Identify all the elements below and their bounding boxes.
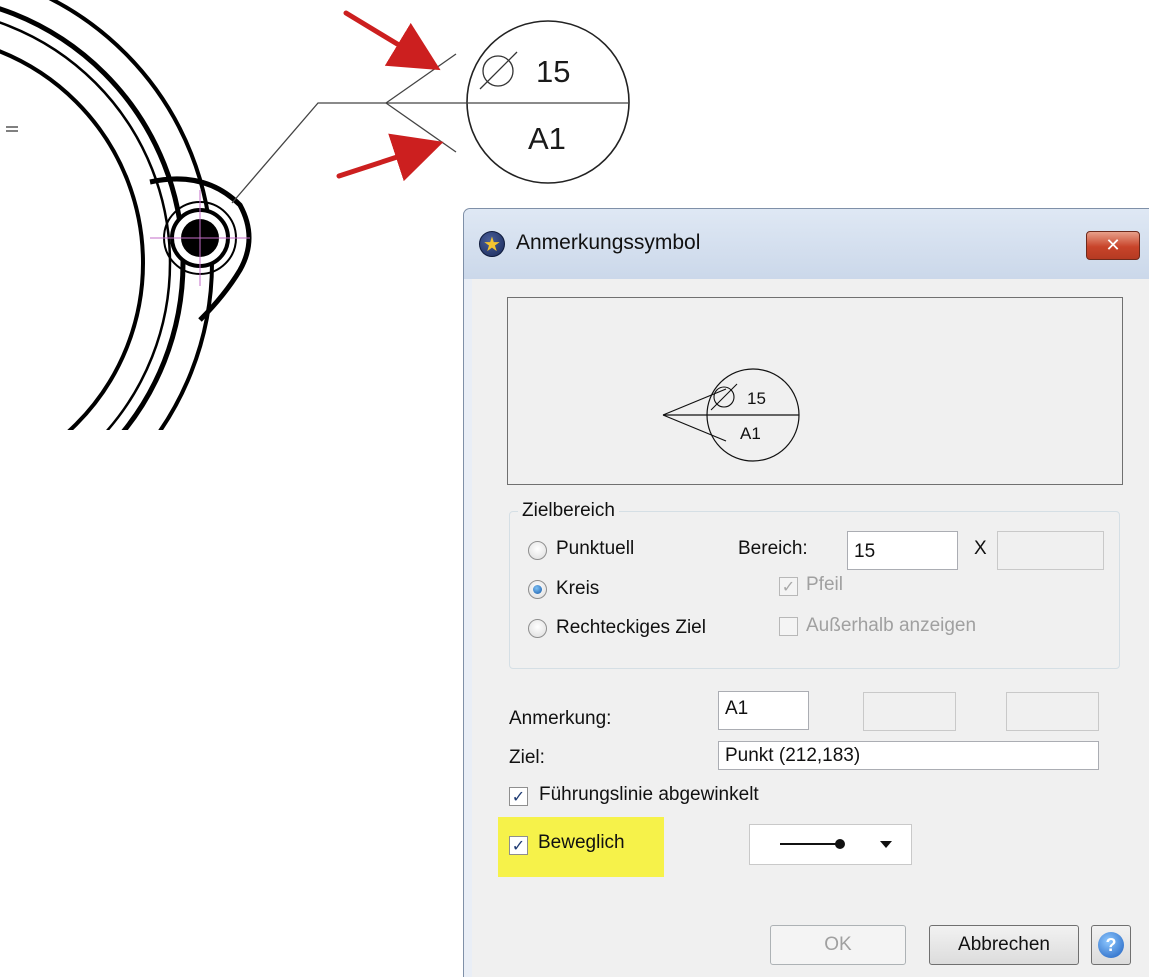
- red-arrow-icon: [343, 10, 441, 71]
- leader-style-select[interactable]: [749, 824, 912, 865]
- note-extra-input-1[interactable]: [863, 692, 956, 731]
- radio-rechteckiges-ziel-label[interactable]: Rechteckiges Ziel: [556, 617, 706, 639]
- target-area-label: Zielbereich: [518, 500, 619, 522]
- show-outside-checkbox-label[interactable]: Außerhalb anzeigen: [806, 615, 976, 637]
- angled-leader-label[interactable]: Führungslinie abgewinkelt: [539, 784, 759, 806]
- range-separator: X: [974, 538, 987, 559]
- show-outside-checkbox[interactable]: [779, 617, 798, 636]
- app-star-icon: ★: [479, 231, 505, 257]
- note-input[interactable]: A1: [718, 691, 809, 730]
- radio-punktuell-label[interactable]: Punktuell: [556, 538, 634, 560]
- symbol-preview: 15 A1: [507, 297, 1123, 485]
- bolt-hole: [6, 126, 250, 286]
- arrow-checkbox-label[interactable]: Pfeil: [806, 574, 843, 596]
- radio-kreis-label[interactable]: Kreis: [556, 578, 599, 600]
- drawing-size-value: 15: [536, 54, 570, 89]
- dialog-titlebar[interactable]: ★ Anmerkungssymbol ✕: [464, 209, 1149, 279]
- radio-punktuell[interactable]: [528, 541, 547, 560]
- range-input[interactable]: 15: [847, 531, 958, 570]
- target-input[interactable]: Punkt (212,183): [718, 741, 1099, 770]
- annotation-symbol-dialog: ★ Anmerkungssymbol ✕ 15 A1 Zielbereich P…: [463, 208, 1149, 977]
- note-extra-input-2[interactable]: [1006, 692, 1099, 731]
- movable-label[interactable]: Beweglich: [538, 832, 625, 854]
- arrow-checkbox[interactable]: ✓: [779, 577, 798, 596]
- cancel-button[interactable]: Abbrechen: [929, 925, 1079, 965]
- movable-checkbox[interactable]: ✓: [509, 836, 528, 855]
- dot-leader-line-icon: [780, 839, 845, 849]
- drawing-note-label: A1: [528, 121, 566, 156]
- range-label: Bereich:: [738, 538, 808, 559]
- radio-rechteckiges-ziel[interactable]: [528, 619, 547, 638]
- angled-leader-checkbox[interactable]: ✓: [509, 787, 528, 806]
- help-button[interactable]: ?: [1091, 925, 1131, 965]
- preview-note-label: A1: [740, 424, 761, 443]
- range-input-2[interactable]: [997, 531, 1104, 570]
- target-label: Ziel:: [509, 747, 545, 768]
- dialog-title: Anmerkungssymbol: [516, 231, 701, 254]
- annotation-symbol: 15 A1: [231, 20, 630, 204]
- ok-button[interactable]: OK: [770, 925, 906, 965]
- radio-kreis[interactable]: [528, 580, 547, 599]
- part-outline: [0, 0, 252, 430]
- chevron-down-icon: [880, 841, 892, 848]
- red-arrow-icon: [336, 133, 444, 182]
- help-icon: ?: [1098, 932, 1124, 958]
- close-button[interactable]: ✕: [1086, 231, 1140, 260]
- preview-size-value: 15: [747, 389, 766, 408]
- note-label: Anmerkung:: [509, 708, 612, 729]
- dialog-client-area: 15 A1 Zielbereich Punktuell Kreis Rechte…: [472, 279, 1149, 977]
